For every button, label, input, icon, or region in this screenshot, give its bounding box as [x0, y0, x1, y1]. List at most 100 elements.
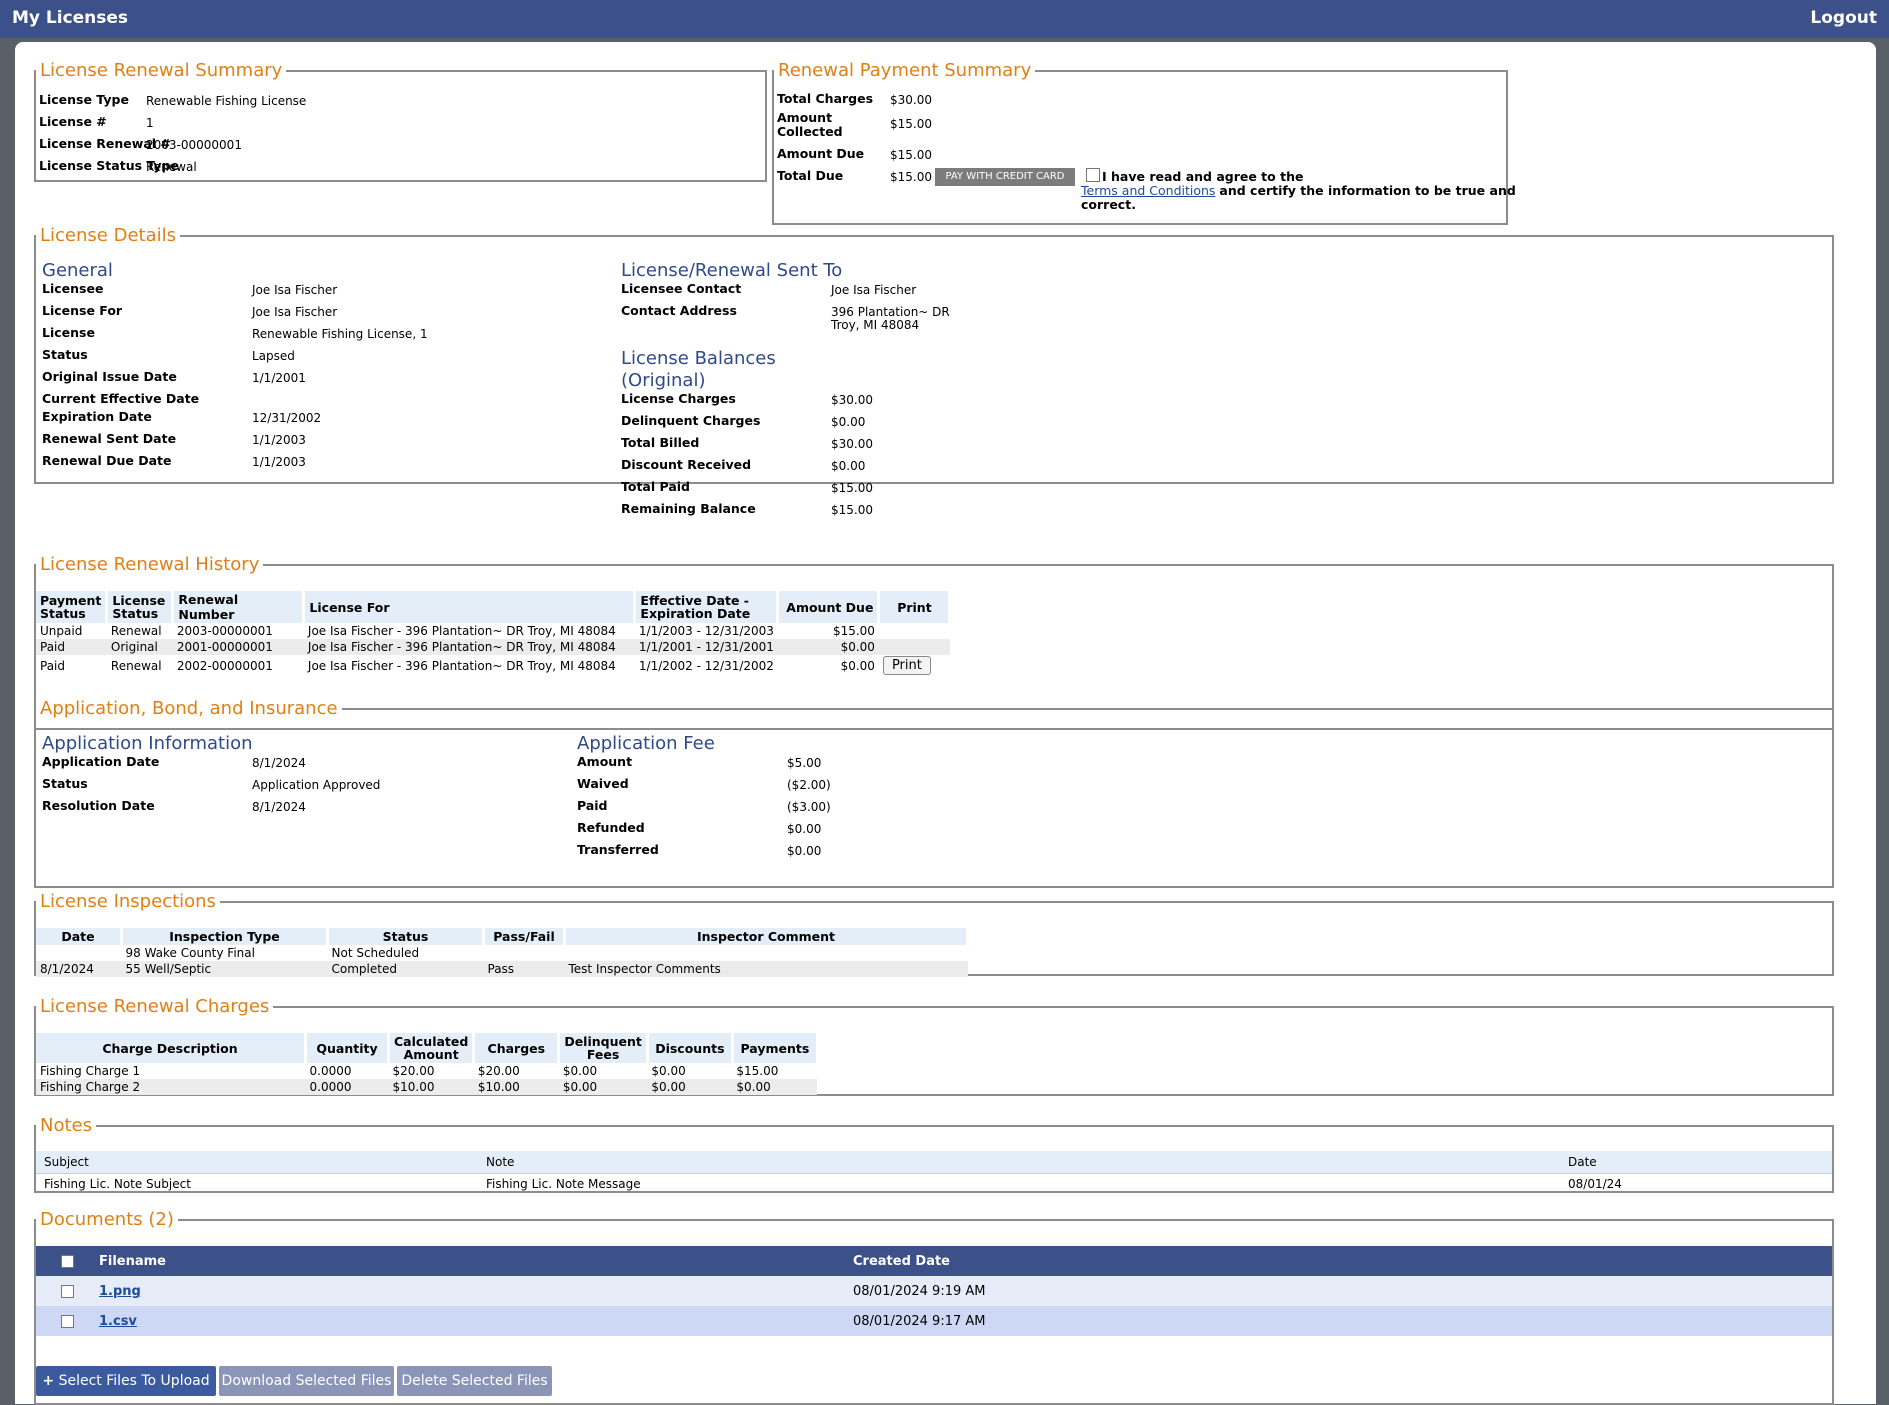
discount-received-label: Discount Received: [621, 457, 752, 472]
notes-section: Notes Subject Note Date Fishing Lic. Not…: [34, 1115, 1834, 1193]
resolution-date-label: Resolution Date: [42, 798, 155, 813]
total-charges-value: $30.00: [890, 93, 932, 107]
charge-charges: $20.00: [477, 1064, 520, 1078]
charge-discounts: $0.00: [651, 1064, 686, 1078]
license-for: Joe Isa Fischer - 396 Plantation~ DR Tro…: [303, 639, 635, 655]
inspection-status: Not Scheduled: [331, 946, 420, 960]
delinquent-charges-label: Delinquent Charges: [621, 413, 761, 428]
inspection-date: [36, 945, 122, 961]
license-for: Joe Isa Fischer - 396 Plantation~ DR Tro…: [307, 624, 616, 638]
original-issue-date-value: 1/1/2001: [252, 371, 306, 385]
section-legend: Renewal Payment Summary: [778, 60, 1032, 81]
print-cell: [879, 623, 950, 639]
select-cell: [36, 1306, 98, 1336]
select-all-checkbox[interactable]: [60, 1254, 74, 1268]
total-billed-label: Total Billed: [621, 435, 700, 450]
row-checkbox[interactable]: [60, 1284, 74, 1298]
delinquent-charges-value: $0.00: [831, 415, 866, 429]
contact-address-line2: Troy, MI 48084: [831, 318, 920, 332]
column-header: Renewal Number: [172, 591, 306, 623]
licensee-value: Joe Isa Fischer: [252, 283, 338, 297]
column-header: Delinquent Fees: [558, 1033, 649, 1063]
terms-and-conditions-link[interactable]: Terms and Conditions: [1081, 183, 1215, 198]
fee-transferred-label: Transferred: [577, 842, 659, 857]
logout-link[interactable]: Logout: [1810, 8, 1877, 28]
note-date: 08/01/24: [1568, 1177, 1622, 1192]
table-row: Fishing Charge 2 0.0000 $10.00 $10.00 $0…: [36, 1079, 818, 1095]
column-header: Date: [1568, 1154, 1597, 1169]
row-checkbox[interactable]: [60, 1314, 74, 1328]
column-header: Amount Due: [777, 591, 881, 623]
fee-amount-value: $5.00: [787, 756, 822, 770]
license-for-label: License For: [42, 303, 123, 318]
section-legend: License Renewal History: [40, 554, 260, 575]
created-date: 08/01/2024 9:17 AM: [852, 1306, 1832, 1336]
application-fee-subtitle: Application Fee: [577, 733, 715, 754]
license-for-value: Joe Isa Fischer: [252, 305, 338, 319]
current-effective-date-label: Current Effective Date: [42, 391, 200, 406]
table-row: 1.png 08/01/2024 9:19 AM: [36, 1276, 1832, 1306]
remaining-balance-value: $15.00: [831, 503, 873, 517]
inspection-comment: Test Inspector Comments: [564, 961, 968, 977]
amount-due: $15.00: [832, 624, 875, 638]
download-selected-button[interactable]: Download Selected Files: [219, 1366, 394, 1396]
table-row: Fishing Charge 1 0.0000 $20.00 $20.00 $0…: [36, 1063, 817, 1079]
table-row: Paid Renewal 2002-00000001 Joe Isa Fisch…: [36, 655, 950, 676]
delete-selected-button[interactable]: Delete Selected Files: [397, 1366, 552, 1396]
total-due-value: $15.00: [890, 170, 932, 184]
fee-waived-label: Waived: [577, 776, 629, 791]
section-legend: Application, Bond, and Insurance: [40, 698, 338, 719]
inspection-pass-fail: [484, 945, 565, 961]
license-status: Original: [106, 639, 173, 655]
column-header: Discounts: [647, 1033, 734, 1063]
charge-payments: $15.00: [736, 1064, 779, 1078]
charge-payments: $0.00: [732, 1079, 818, 1095]
file-link[interactable]: 1.png: [99, 1284, 141, 1299]
column-header: Note: [486, 1154, 515, 1169]
table-row: Paid Original 2001-00000001 Joe Isa Fisc…: [36, 639, 950, 655]
select-files-button[interactable]: + Select Files To Upload: [36, 1366, 216, 1396]
application-date-label: Application Date: [42, 754, 160, 769]
select-cell: [36, 1276, 98, 1306]
license-charges-label: License Charges: [621, 391, 736, 406]
amount-due: $0.00: [777, 639, 879, 655]
table-row: 98 Wake County Final Not Scheduled: [36, 945, 968, 961]
charge-calculated: $20.00: [392, 1064, 435, 1078]
expiration-date-value: 12/31/2002: [252, 411, 322, 425]
agree-text: I have read and agree to the: [1102, 169, 1304, 184]
agree-text: correct.: [1081, 197, 1136, 212]
expiration-date-label: Expiration Date: [42, 409, 152, 424]
sent-to-subtitle: License/Renewal Sent To: [621, 260, 843, 281]
column-header: Status: [327, 928, 485, 945]
license-inspections: License Inspections Date Inspection Type…: [34, 891, 1834, 977]
pay-with-credit-card-button[interactable]: PAY WITH CREDIT CARD: [935, 168, 1075, 186]
status-value: Lapsed: [252, 349, 295, 363]
field-value: 2003-00000001: [146, 138, 242, 152]
application-bond-insurance: Application, Bond, and Insurance Applica…: [34, 698, 1834, 888]
table-row: Fishing Lic. Note Subject Fishing Lic. N…: [36, 1173, 1832, 1195]
fee-paid-label: Paid: [577, 798, 608, 813]
amount-due-label: Amount Due: [777, 146, 865, 161]
charge-delinquent: $0.00: [558, 1079, 648, 1095]
column-header: Effective Date - Expiration Date: [634, 591, 780, 623]
field-label: License Type: [39, 92, 129, 107]
fee-refunded-label: Refunded: [577, 820, 645, 835]
license-renewal-charges: License Renewal Charges Charge Descripti…: [34, 996, 1834, 1096]
amount-due: $0.00: [840, 658, 875, 673]
inspection-date: 8/1/2024: [36, 961, 122, 977]
column-header: Charges: [473, 1033, 561, 1063]
file-link[interactable]: 1.csv: [99, 1314, 137, 1329]
charge-discounts: $0.00: [647, 1079, 733, 1095]
print-button[interactable]: Print: [882, 656, 931, 675]
resolution-date-value: 8/1/2024: [252, 800, 306, 814]
charge-quantity: 0.0000: [309, 1064, 352, 1078]
total-paid-label: Total Paid: [621, 479, 690, 494]
license-value: Renewable Fishing License, 1: [252, 327, 428, 341]
agree-checkbox[interactable]: [1086, 168, 1100, 182]
remaining-balance-label: Remaining Balance: [621, 501, 756, 516]
original-issue-date-label: Original Issue Date: [42, 369, 177, 384]
column-header: Calculated Amount: [388, 1033, 476, 1063]
section-legend: License Inspections: [40, 891, 216, 912]
note-message: Fishing Lic. Note Message: [486, 1177, 641, 1192]
agree-text-line2: Terms and Conditions and certify the inf…: [1081, 183, 1516, 198]
